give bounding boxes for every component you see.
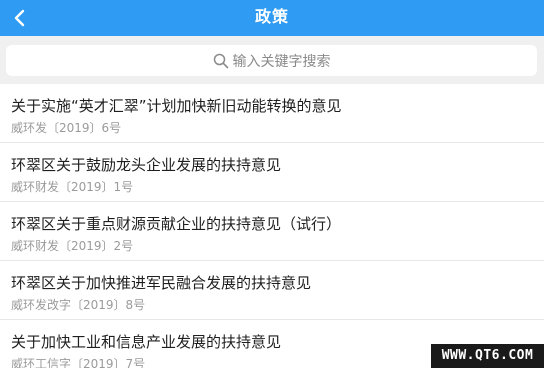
policy-document-number: 威环发〔2019〕6号 [11, 121, 122, 135]
policy-document-number: 威环发改字〔2019〕8号 [11, 298, 146, 312]
list-item[interactable]: 关于实施“英才汇翠”计划加快新旧动能转换的意见 威环发〔2019〕6号 [0, 84, 544, 143]
policy-document-number: 威环财发〔2019〕2号 [11, 239, 134, 253]
list-item[interactable]: 环翠区关于加快推进军民融合发展的扶持意见 威环发改字〔2019〕8号 [0, 261, 544, 320]
page-title: 政策 [254, 7, 289, 26]
policy-title: 关于实施“英才汇翠”计划加快新旧动能转换的意见 [11, 97, 342, 115]
policy-title: 环翠区关于加快推进军民融合发展的扶持意见 [11, 274, 312, 292]
policy-title: 环翠区关于重点财源贡献企业的扶持意见（试行） [11, 215, 342, 233]
list-item[interactable]: 环翠区关于鼓励龙头企业发展的扶持意见 威环财发〔2019〕1号 [0, 143, 544, 202]
list-item[interactable]: 环翠区关于重点财源贡献企业的扶持意见（试行） 威环财发〔2019〕2号 [0, 202, 544, 261]
header-bar: 政策 [0, 0, 544, 36]
policy-document-number: 威环财发〔2019〕1号 [11, 180, 134, 194]
watermark: WWW.QT6.COM [431, 344, 544, 368]
policy-title: 关于加快工业和信息产业发展的扶持意见 [11, 333, 282, 351]
policy-document-number: 威环工信字〔2019〕7号 [11, 357, 146, 368]
search-icon [213, 53, 229, 69]
policy-title: 环翠区关于鼓励龙头企业发展的扶持意见 [11, 156, 282, 174]
search-input[interactable]: 输入关键字搜索 [6, 45, 537, 76]
search-placeholder: 输入关键字搜索 [232, 53, 331, 70]
search-section: 输入关键字搜索 [0, 36, 544, 84]
policy-list: 关于实施“英才汇翠”计划加快新旧动能转换的意见 威环发〔2019〕6号 环翠区关… [0, 84, 544, 368]
policy-screen: 政策 输入关键字搜索 关于实施“英才汇翠”计划加快新旧动能转换的意见 威环发〔2… [0, 0, 544, 368]
